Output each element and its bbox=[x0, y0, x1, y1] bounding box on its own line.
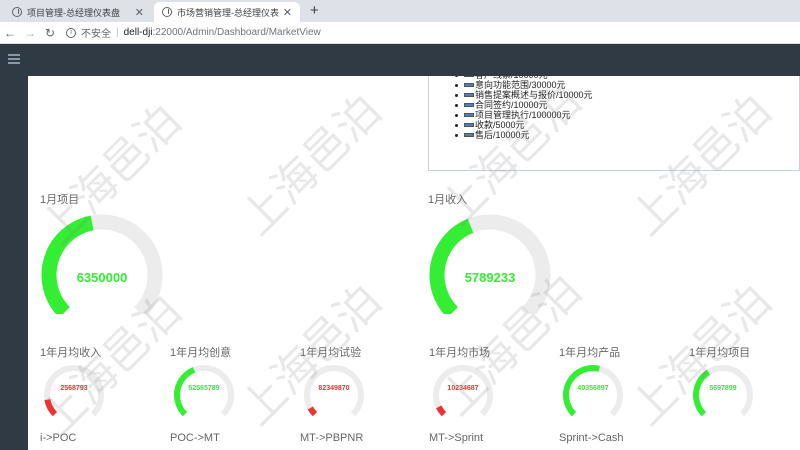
flow-stage-label: POC->MT bbox=[170, 432, 220, 444]
url-host: dell-dji bbox=[123, 27, 153, 38]
legend-item: 意向功能范围/30000元 bbox=[455, 80, 593, 90]
gauge-fill bbox=[436, 405, 447, 417]
big-gauge-title-revenue: 1月收入 bbox=[428, 194, 468, 206]
gauge-arc bbox=[429, 214, 551, 318]
globe-icon bbox=[162, 7, 172, 17]
reload-icon[interactable]: ↻ bbox=[40, 26, 60, 40]
sidebar bbox=[0, 76, 28, 450]
legend-swatch-icon bbox=[464, 83, 474, 87]
legend-swatch-icon bbox=[464, 103, 474, 107]
new-tab-button[interactable]: + bbox=[310, 2, 319, 19]
legend-item: 销售提案概述与报价/10000元 bbox=[455, 90, 593, 100]
bullet-icon bbox=[455, 103, 458, 107]
gauge-value: 5697899 bbox=[709, 385, 737, 392]
gauge-value: 6350000 bbox=[76, 270, 128, 285]
big-gauge-title-project: 1月项目 bbox=[40, 194, 80, 206]
small-gauge-title: 1年月均项目 bbox=[689, 347, 751, 359]
close-icon[interactable]: ✕ bbox=[135, 6, 144, 19]
legend-swatch-icon bbox=[464, 93, 474, 97]
gauge-value: 5789233 bbox=[464, 270, 516, 285]
small-gauge-title: 1年月均市场 bbox=[429, 347, 491, 359]
legend-item: 合同签约/10000元 bbox=[455, 100, 593, 110]
small-gauge: 2568793 bbox=[42, 361, 106, 417]
small-gauge: 40356897 bbox=[561, 361, 625, 417]
tab-label: 市场营销管理-总经理仪表盘 bbox=[177, 7, 279, 18]
bullet-icon bbox=[455, 133, 458, 137]
app-header bbox=[0, 44, 800, 76]
flow-stage-label: MT->Sprint bbox=[429, 432, 484, 444]
small-gauge-title: 1年月均产品 bbox=[559, 347, 621, 359]
security-label: 不安全 bbox=[81, 29, 111, 40]
url-path: :22000/Admin/Dashboard/MarketView bbox=[152, 27, 321, 38]
gauge-fill bbox=[41, 215, 94, 318]
gauge-value: 40356897 bbox=[577, 385, 609, 392]
small-gauge: 10234687 bbox=[431, 361, 495, 417]
menu-icon[interactable] bbox=[8, 54, 20, 64]
bullet-icon bbox=[455, 76, 458, 77]
legend-label: 销售提案概述与报价/10000元 bbox=[475, 90, 593, 100]
small-gauge-title: 1年月均试验 bbox=[300, 347, 362, 359]
gauge-value: 10234687 bbox=[447, 385, 479, 392]
close-icon[interactable]: ✕ bbox=[283, 6, 292, 19]
legend-label: 收款/5000元 bbox=[475, 120, 525, 130]
browser-tab-market[interactable]: 市场营销管理-总经理仪表盘 ✕ bbox=[154, 2, 300, 22]
flow-stage-label: i->POC bbox=[40, 432, 77, 444]
gauge-arc bbox=[41, 214, 163, 318]
info-icon[interactable]: i bbox=[66, 27, 76, 38]
bullet-icon bbox=[455, 83, 458, 87]
tab-label: 项目管理-总经理仪表盘 bbox=[27, 7, 120, 18]
small-gauge: 52565789 bbox=[172, 361, 236, 417]
flow-stage-label: MT->PBPNR bbox=[300, 432, 364, 444]
legend-swatch-icon bbox=[464, 133, 474, 137]
gauge-fill bbox=[693, 369, 711, 417]
gauge-fill bbox=[307, 406, 318, 417]
legend-label: 售后/10000元 bbox=[475, 130, 530, 140]
gauge-project: 6350000 bbox=[40, 209, 164, 318]
chart-legend: 客户线索/10000元意向功能范围/30000元销售提案概述与报价/10000元… bbox=[428, 76, 800, 171]
bullet-icon bbox=[455, 113, 458, 117]
browser-tab-project[interactable]: 项目管理-总经理仪表盘 ✕ bbox=[4, 2, 152, 22]
url-field[interactable]: i 不安全 | dell-dji :22000/Admin/Dashboard/… bbox=[66, 25, 321, 40]
dashboard-content: 客户线索/10000元意向功能范围/30000元销售提案概述与报价/10000元… bbox=[28, 76, 800, 450]
url-separator: | bbox=[116, 27, 119, 38]
legend-item: 项目管理执行/100000元 bbox=[455, 110, 593, 120]
gauge-value: 2568793 bbox=[60, 385, 88, 392]
gauge-fill bbox=[44, 398, 58, 417]
back-icon[interactable]: ← bbox=[0, 26, 20, 40]
browser-tab-bar: 项目管理-总经理仪表盘 ✕ 市场营销管理-总经理仪表盘 ✕ + bbox=[0, 0, 800, 22]
bullet-icon bbox=[455, 93, 458, 97]
legend-swatch-icon bbox=[464, 123, 474, 127]
legend-swatch-icon bbox=[464, 76, 474, 77]
legend-label: 合同签约/10000元 bbox=[475, 100, 548, 110]
gauge-value: 52565789 bbox=[188, 385, 220, 392]
address-bar: ← → ↻ i 不安全 | dell-dji :22000/Admin/Dash… bbox=[0, 22, 800, 44]
flow-stage-label: Sprint->Cash bbox=[559, 432, 624, 444]
small-gauge-title: 1年月均收入 bbox=[40, 347, 102, 359]
globe-icon bbox=[12, 7, 22, 17]
bullet-icon bbox=[455, 123, 458, 127]
small-gauge-title: 1年月均创意 bbox=[170, 347, 232, 359]
forward-icon[interactable]: → bbox=[20, 26, 40, 40]
gauge-revenue: 5789233 bbox=[428, 209, 552, 318]
legend-swatch-icon bbox=[464, 113, 474, 117]
small-gauge: 82349870 bbox=[302, 361, 366, 417]
legend-item: 收款/5000元 bbox=[455, 120, 593, 130]
gauge-value: 82349870 bbox=[318, 385, 350, 392]
small-gauge: 5697899 bbox=[691, 361, 755, 417]
legend-item: 售后/10000元 bbox=[455, 130, 593, 140]
legend-label: 意向功能范围/30000元 bbox=[475, 80, 566, 90]
legend-label: 项目管理执行/100000元 bbox=[475, 110, 571, 120]
